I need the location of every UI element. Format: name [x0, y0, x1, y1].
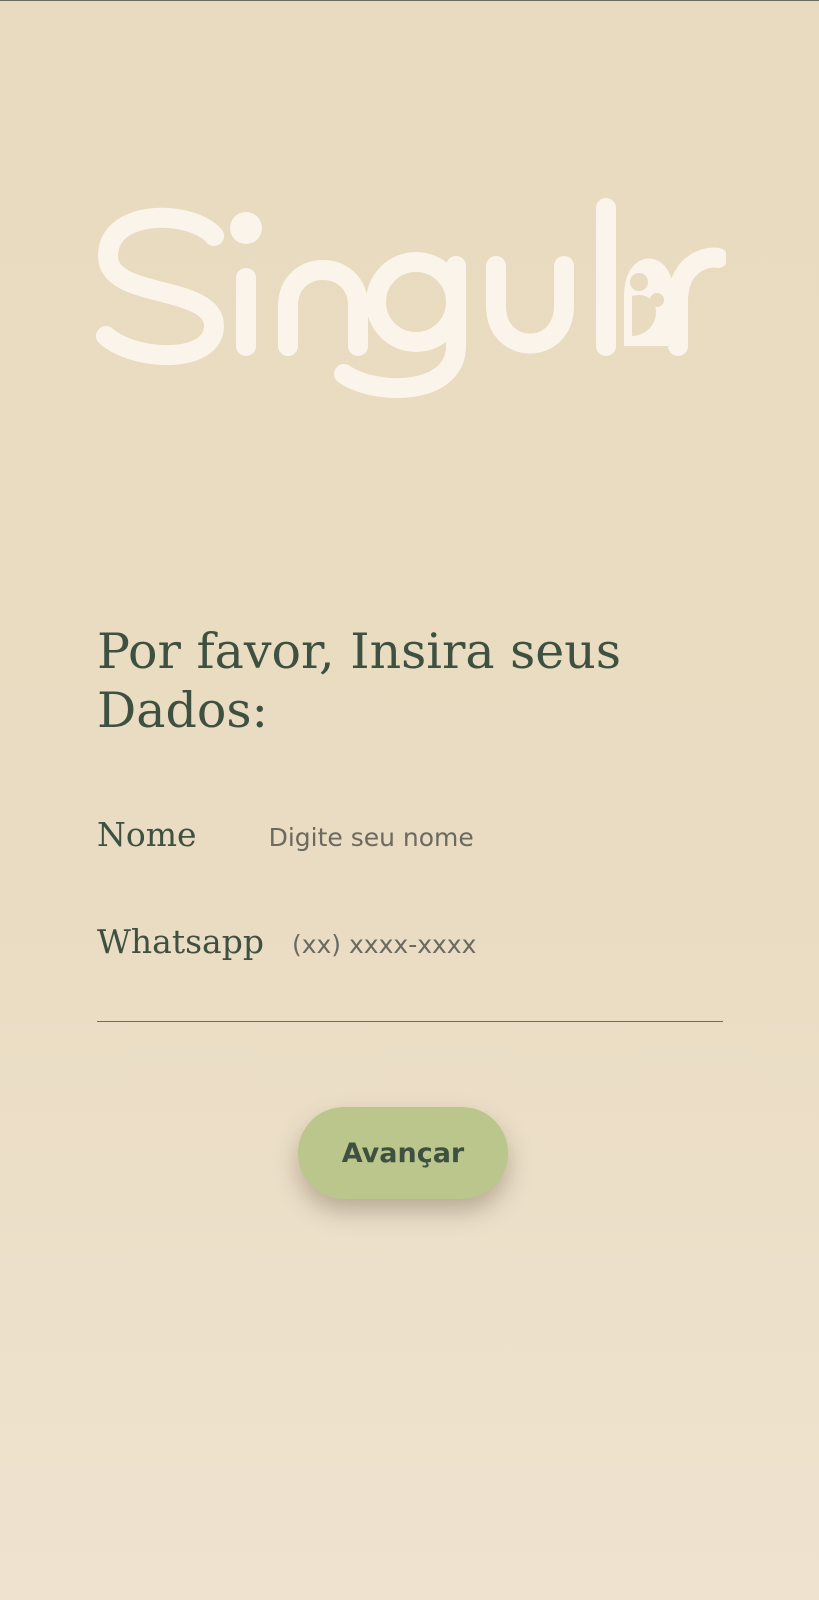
form-divider: [97, 1021, 723, 1022]
form-title: Por favor, Insira seus Dados:: [97, 623, 621, 739]
name-field: Nome: [97, 815, 629, 854]
whatsapp-label: Whatsapp: [97, 922, 264, 961]
whatsapp-input[interactable]: [291, 930, 652, 959]
singular-logo: [96, 196, 726, 402]
whatsapp-field: Whatsapp: [97, 922, 652, 961]
singular-logo-graphic: [96, 198, 726, 399]
name-label: Nome: [97, 815, 197, 854]
next-button[interactable]: Avançar: [298, 1107, 508, 1199]
top-border: [0, 0, 819, 1]
name-input[interactable]: [268, 823, 629, 852]
